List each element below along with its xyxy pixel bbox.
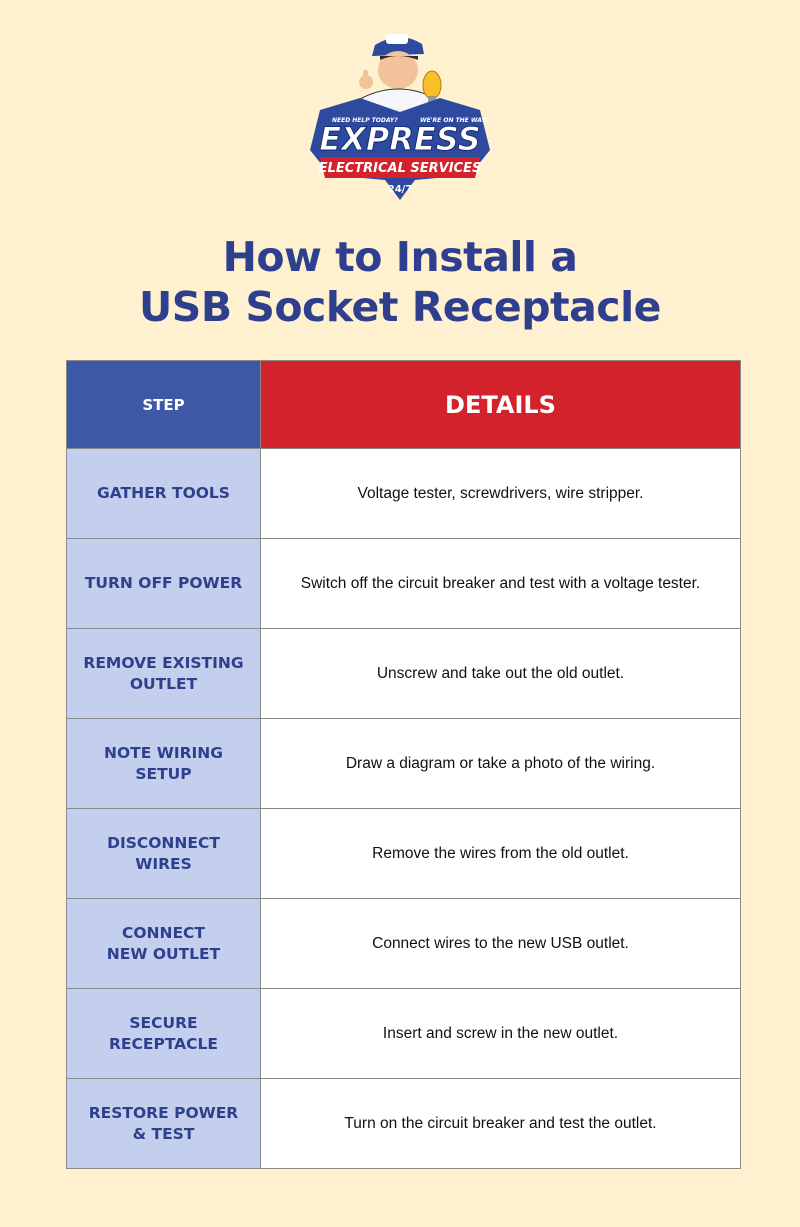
table-row: TURN OFF POWER Switch off the circuit bre… bbox=[66, 538, 741, 629]
step-label-line: CONNECT bbox=[121, 923, 206, 942]
step-label-line: RECEPTACLE bbox=[108, 1034, 219, 1053]
brand-name: EXPRESS bbox=[319, 120, 480, 158]
table-row: NOTE WIRING SETUP Draw a diagram or take a… bbox=[66, 718, 741, 809]
step-column-header: STEP bbox=[66, 360, 261, 449]
details-cell: Turn on the circuit breaker and test the… bbox=[260, 1078, 741, 1169]
details-cell: Draw a diagram or take a photo of the wi… bbox=[260, 718, 741, 809]
step-cell: RESTORE POWER & TEST bbox=[66, 1078, 261, 1169]
details-cell: Voltage tester, screwdrivers, wire strip… bbox=[260, 448, 741, 539]
table-row: GATHER TOOLS Voltage tester, screwdrivers… bbox=[66, 448, 741, 539]
table-row: REMOVE EXISTING OUTLET Unscrew and take ou… bbox=[66, 628, 741, 719]
step-cell: GATHER TOOLS bbox=[66, 448, 261, 539]
details-cell: Switch off the circuit breaker and test … bbox=[260, 538, 741, 629]
page-title: How to Install a USB Socket Receptacle bbox=[0, 232, 800, 332]
step-label-line: WIRES bbox=[135, 854, 192, 873]
step-label-line: & TEST bbox=[132, 1124, 195, 1143]
step-label-line: GATHER TOOLS bbox=[97, 484, 230, 502]
table-row: DISCONNECT WIRES Remove the wires from the… bbox=[66, 808, 741, 899]
step-label-line: SETUP bbox=[135, 764, 192, 783]
title-line-2: USB Socket Receptacle bbox=[139, 283, 661, 331]
step-label-line: OUTLET bbox=[129, 674, 198, 693]
step-cell: SECURE RECEPTACLE bbox=[66, 988, 261, 1079]
step-cell: CONNECT NEW OUTLET bbox=[66, 898, 261, 989]
step-label-line: TURN OFF POWER bbox=[84, 574, 243, 592]
table-row: CONNECT NEW OUTLET Connect wires to the ne… bbox=[66, 898, 741, 989]
brand-subtitle: ELECTRICAL SERVICES bbox=[319, 161, 482, 176]
step-label-line: REMOVE EXISTING bbox=[83, 653, 244, 672]
brand-availability: 24/7 bbox=[388, 184, 413, 195]
steps-table: STEP DETAILS GATHER TOOLS Voltage tester,… bbox=[66, 360, 741, 1169]
details-cell: Unscrew and take out the old outlet. bbox=[260, 628, 741, 719]
details-column-header: DETAILS bbox=[260, 360, 741, 449]
table-header-row: STEP DETAILS bbox=[66, 360, 741, 449]
step-cell: DISCONNECT WIRES bbox=[66, 808, 261, 899]
step-label-line: NOTE WIRING bbox=[104, 743, 223, 762]
details-cell: Insert and screw in the new outlet. bbox=[260, 988, 741, 1079]
step-label-line: NEW OUTLET bbox=[106, 944, 221, 963]
table-row: SECURE RECEPTACLE Insert and screw in the … bbox=[66, 988, 741, 1079]
details-cell: Remove the wires from the old outlet. bbox=[260, 808, 741, 899]
brand-logo: NEED HELP TODAY? WE'RE ON THE WAY! EXPRE… bbox=[300, 30, 500, 205]
step-cell: TURN OFF POWER bbox=[66, 538, 261, 629]
details-cell: Connect wires to the new USB outlet. bbox=[260, 898, 741, 989]
step-cell: REMOVE EXISTING OUTLET bbox=[66, 628, 261, 719]
step-cell: NOTE WIRING SETUP bbox=[66, 718, 261, 809]
step-label-line: DISCONNECT bbox=[107, 833, 220, 852]
step-label-line: SECURE bbox=[129, 1013, 198, 1032]
table-row: RESTORE POWER & TEST Turn on the circuit b… bbox=[66, 1078, 741, 1169]
step-label-line: RESTORE POWER bbox=[88, 1103, 239, 1122]
title-line-1: How to Install a bbox=[222, 233, 578, 281]
